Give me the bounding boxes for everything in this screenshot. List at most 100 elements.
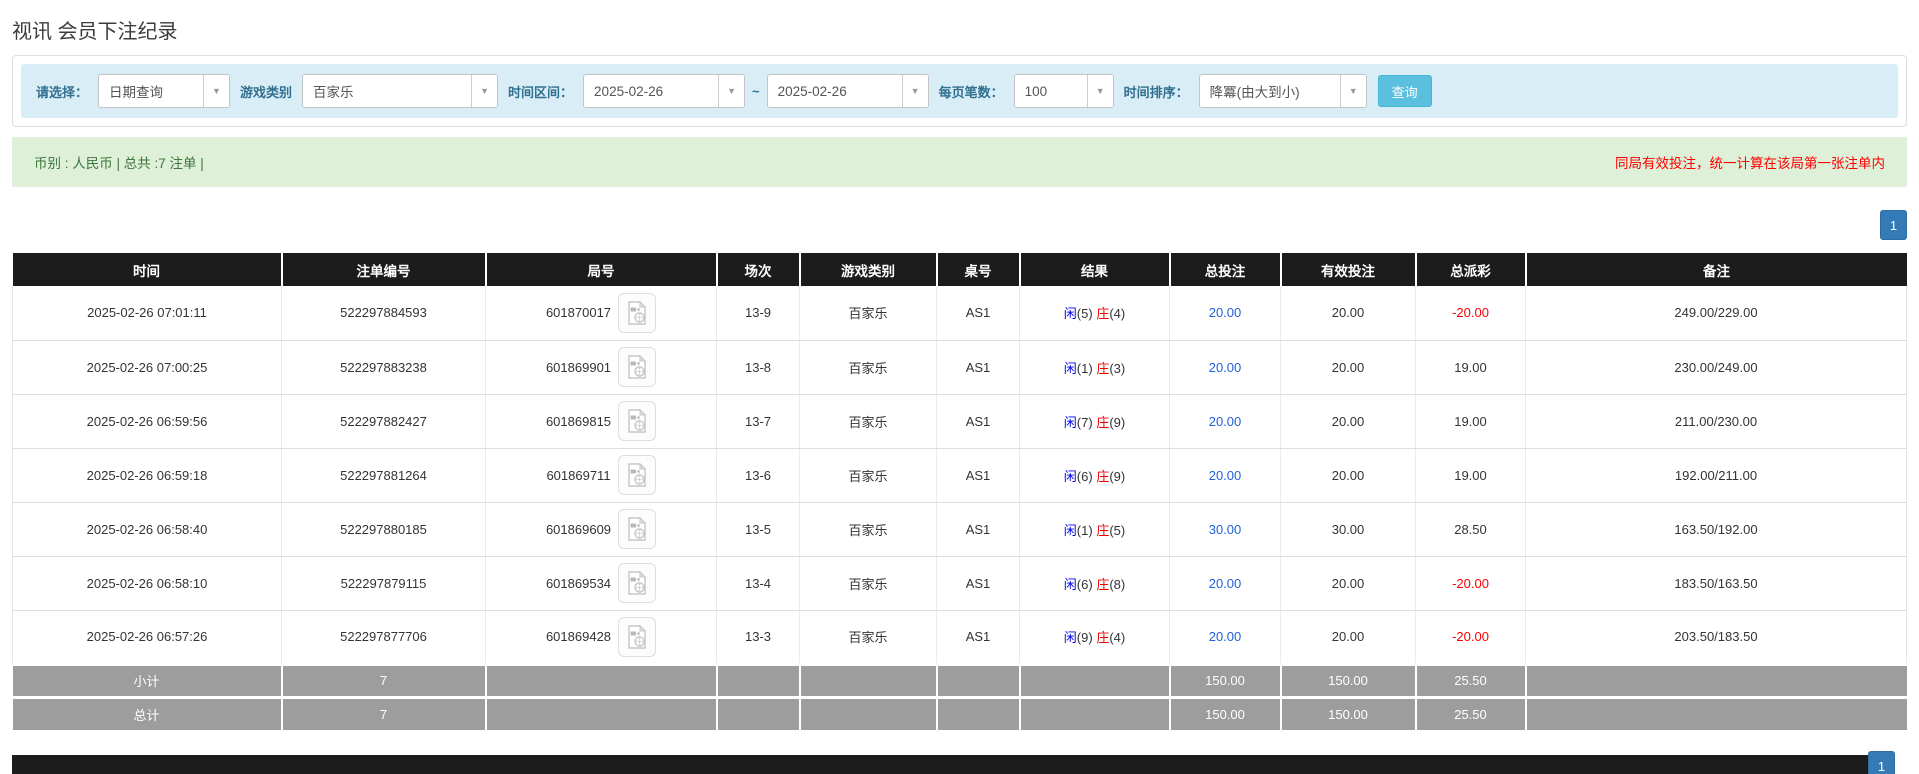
payout-cell: 19.00 — [1415, 448, 1526, 503]
payout-cell: 19.00 — [1415, 394, 1526, 449]
column-header: 有效投注 — [1280, 253, 1417, 286]
date-from-select[interactable]: 2025-02-26 ▼ — [583, 74, 746, 108]
subtotal-payout: 25.50 — [1415, 662, 1527, 697]
valid-bet-cell: 30.00 — [1280, 502, 1416, 557]
filter-bar: 请选择： 日期查询 ▼ 游戏类别 百家乐 ▼ 时间区间： 2025-02-26 … — [21, 64, 1898, 118]
total-bet-cell: 20.00 — [1169, 556, 1281, 611]
bet-id-cell: 522297880185 — [281, 502, 486, 557]
round-cell: 601869711 — [485, 448, 717, 503]
player-result: 闲 — [1063, 630, 1077, 645]
video-file-icon — [628, 300, 647, 325]
game-type-cell: 百家乐 — [799, 394, 937, 449]
caret-down-icon: ▼ — [1339, 75, 1366, 107]
total-bet-cell: 20.00 — [1169, 610, 1281, 665]
total-bet-link[interactable]: 20.00 — [1209, 305, 1242, 320]
query-type-value: 日期查询 — [109, 85, 164, 100]
round-id: 601869711 — [546, 467, 611, 483]
round-id: 601870017 — [545, 305, 612, 321]
page-1-button-bottom[interactable]: 1 — [1868, 751, 1895, 774]
sort-order-select[interactable]: 降冪(由大到小) ▼ — [1198, 74, 1367, 108]
payout-cell: -20.00 — [1415, 556, 1526, 611]
total-bet-link[interactable]: 20.00 — [1209, 360, 1242, 375]
grand-total-count: 7 — [281, 695, 487, 730]
bet-id-cell: 522297884593 — [281, 286, 486, 341]
table-no-cell: AS1 — [936, 502, 1020, 557]
time-cell: 2025-02-26 06:57:26 — [12, 610, 282, 665]
payout-cell: -20.00 — [1415, 610, 1526, 665]
payout-cell: 19.00 — [1415, 340, 1526, 395]
game-type-label: 游戏类别 — [240, 84, 293, 100]
time-cell: 2025-02-26 06:59:56 — [12, 394, 282, 449]
table-no-cell: AS1 — [936, 610, 1020, 665]
valid-bet-cell: 20.00 — [1280, 394, 1416, 449]
table-no-cell: AS1 — [936, 394, 1020, 449]
bet-records-table: 时间 注单编号 局号 场次 游戏类别 桌号 结果 总投注 有效投注 总派彩 备注 2025-02-2… — [12, 253, 1907, 730]
remark-cell: 203.50/183.50 — [1525, 610, 1907, 665]
video-replay-button[interactable] — [618, 401, 657, 441]
page-size-select[interactable]: 100 ▼ — [1013, 74, 1114, 108]
banker-result: 庄 — [1096, 468, 1110, 484]
game-type-select[interactable]: 百家乐 ▼ — [302, 74, 499, 108]
query-type-select[interactable]: 日期查询 ▼ — [98, 74, 231, 108]
round-id: 601869815 — [545, 413, 612, 429]
video-file-icon — [628, 624, 647, 649]
video-file-icon — [628, 409, 647, 433]
remark-cell: 211.00/230.00 — [1525, 394, 1907, 449]
grand-total-valid-bet: 150.00 — [1280, 695, 1417, 730]
video-file-icon — [628, 517, 647, 541]
valid-bet-cell: 20.00 — [1280, 556, 1416, 611]
game-type-cell: 百家乐 — [799, 610, 937, 665]
total-bet-link[interactable]: 20.00 — [1209, 414, 1242, 429]
column-header: 注单编号 — [281, 253, 487, 286]
time-range-label: 时间区间： — [508, 84, 574, 100]
video-replay-button[interactable] — [618, 347, 657, 387]
page-1-button[interactable]: 1 — [1880, 210, 1907, 240]
round-cell: 601870017 — [485, 286, 717, 341]
table-no-cell: AS1 — [936, 286, 1020, 341]
search-button[interactable]: 查询 — [1377, 75, 1432, 107]
subtotal-label: 小计 — [12, 662, 283, 697]
session-cell: 13-5 — [716, 502, 800, 557]
subtotal-count: 7 — [281, 662, 487, 697]
time-cell: 2025-02-26 06:58:40 — [12, 502, 282, 557]
result-cell: 闲(6) 庄(8) — [1019, 556, 1170, 611]
table-row: 2025-02-26 06:58:40 522297880185 6018696… — [12, 502, 1907, 557]
payout-cell: 28.50 — [1415, 502, 1526, 557]
total-bet-link[interactable]: 20.00 — [1209, 629, 1242, 644]
game-type-cell: 百家乐 — [799, 340, 937, 395]
date-to-select[interactable]: 2025-02-26 ▼ — [766, 74, 929, 108]
game-type-cell: 百家乐 — [799, 286, 937, 341]
caret-down-icon: ▼ — [718, 75, 745, 107]
column-header: 时间 — [12, 253, 283, 286]
video-replay-button[interactable] — [618, 292, 657, 333]
video-replay-button[interactable] — [618, 616, 657, 657]
bet-id-cell: 522297883238 — [281, 340, 486, 395]
table-row: 2025-02-26 07:00:25 522297883238 6018699… — [12, 340, 1907, 395]
caret-down-icon: ▼ — [203, 75, 230, 107]
video-replay-button[interactable] — [618, 509, 657, 549]
total-bet-link[interactable]: 20.00 — [1209, 576, 1242, 591]
round-cell: 601869534 — [485, 556, 717, 611]
column-header: 总派彩 — [1415, 253, 1527, 286]
caret-down-icon: ▼ — [1086, 75, 1113, 107]
total-bet-link[interactable]: 20.00 — [1209, 468, 1242, 483]
video-replay-button[interactable] — [618, 563, 657, 603]
page-size-value: 100 — [1024, 83, 1048, 99]
session-cell: 13-7 — [716, 394, 800, 449]
round-id: 601869901 — [545, 359, 612, 375]
bet-id-cell: 522297879115 — [281, 556, 486, 611]
video-replay-button[interactable] — [617, 455, 656, 495]
game-type-cell: 百家乐 — [799, 556, 937, 611]
player-result: 闲 — [1063, 414, 1077, 430]
sort-order-label: 时间排序： — [1123, 84, 1189, 100]
date-from-value: 2025-02-26 — [594, 83, 664, 99]
table-header-row: 时间 注单编号 局号 场次 游戏类别 桌号 结果 总投注 有效投注 总派彩 备注 — [12, 253, 1907, 286]
second-table-header — [12, 755, 1875, 774]
bet-id-cell: 522297877706 — [281, 610, 486, 665]
grand-total-payout: 25.50 — [1415, 695, 1527, 730]
summary-bar: 币别 : 人民币 | 总共 :7 注单 | 同局有效投注，统一计算在该局第一张注… — [12, 137, 1907, 187]
round-id: 601869428 — [545, 629, 612, 644]
total-bet-link[interactable]: 30.00 — [1209, 522, 1242, 537]
video-file-icon — [627, 463, 646, 487]
remark-cell: 192.00/211.00 — [1525, 448, 1907, 503]
